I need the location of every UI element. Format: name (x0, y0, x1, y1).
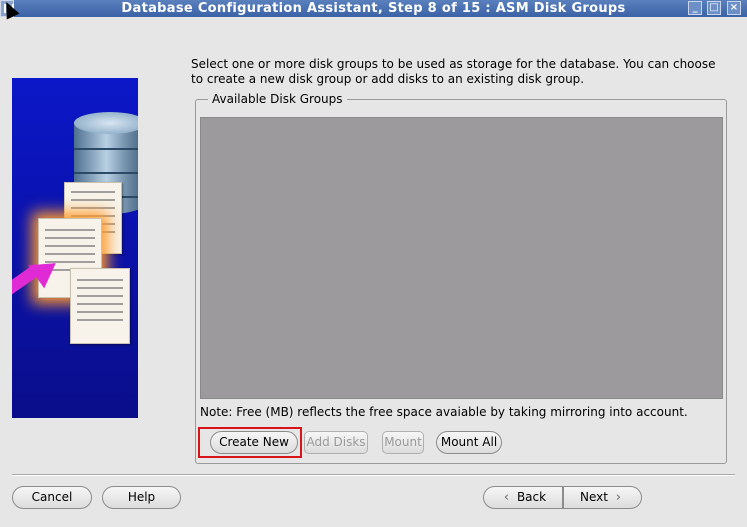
title-bar: Database Configuration Assistant, Step 8… (0, 0, 747, 17)
free-space-note: Note: Free (MB) reflects the free space … (200, 405, 688, 419)
back-button[interactable]: ‹ Back (483, 486, 563, 509)
add-disks-button[interactable]: Add Disks (304, 431, 368, 454)
mount-all-button[interactable]: Mount All (436, 431, 502, 454)
chevron-right-icon: › (615, 490, 621, 505)
footer-separator (12, 474, 735, 476)
window-title: Database Configuration Assistant, Step 8… (121, 1, 626, 16)
instructions-text: Select one or more disk groups to be use… (191, 57, 716, 86)
chevron-left-icon: ‹ (503, 490, 510, 505)
close-button[interactable]: × (727, 1, 741, 15)
maximize-button[interactable]: □ (707, 1, 721, 15)
cancel-button[interactable]: Cancel (12, 486, 92, 509)
mount-button[interactable]: Mount (382, 431, 424, 454)
create-new-button[interactable]: Create New (210, 431, 298, 454)
help-button[interactable]: Help (102, 486, 181, 509)
back-button-label: Back (516, 490, 547, 504)
disk-groups-legend: Available Disk Groups (208, 92, 347, 106)
disk-groups-list[interactable] (200, 117, 723, 399)
minimize-button[interactable]: _ (688, 1, 702, 15)
wizard-illustration (12, 78, 138, 418)
next-button-label: Next (580, 490, 608, 504)
next-button[interactable]: Next › (563, 486, 642, 509)
document-icon (70, 268, 130, 344)
